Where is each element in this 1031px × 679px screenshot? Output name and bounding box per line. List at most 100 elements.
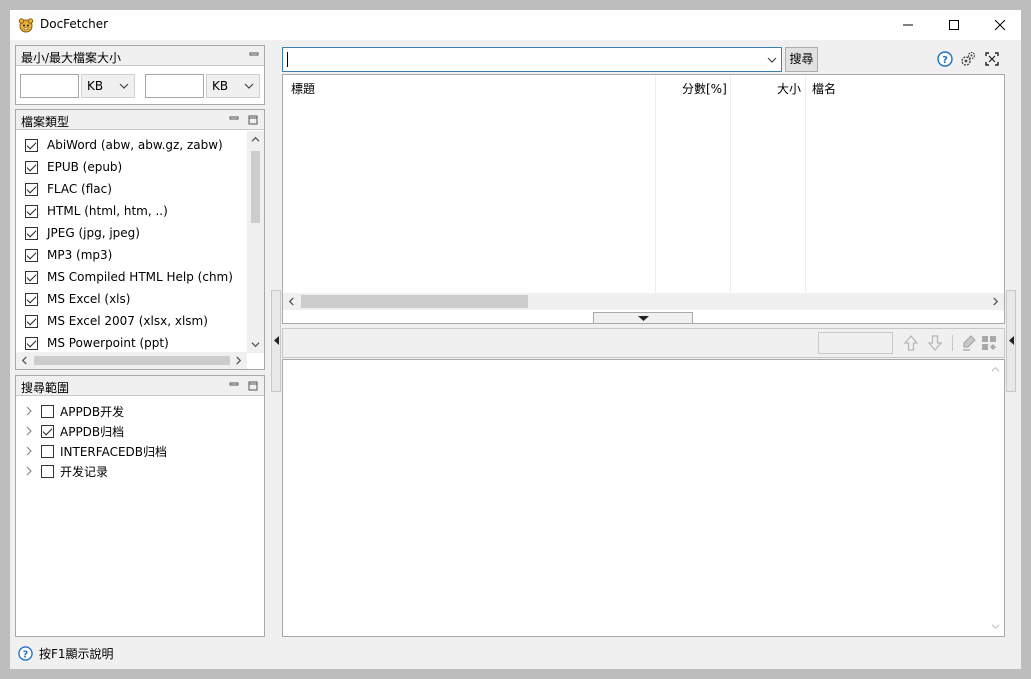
file-type-checkbox[interactable]	[25, 248, 38, 262]
minimize-panel-icon[interactable]	[249, 49, 259, 59]
maximize-button[interactable]	[931, 10, 977, 40]
column-divider[interactable]	[730, 75, 731, 292]
left-pane-toggle[interactable]	[271, 290, 281, 392]
chevron-right-icon[interactable]	[234, 356, 243, 365]
scope-tree-item[interactable]: 开发记录	[24, 461, 108, 481]
column-divider[interactable]	[805, 75, 806, 292]
minimize-button[interactable]	[885, 10, 931, 40]
chevron-up-icon[interactable]	[991, 365, 1000, 374]
column-size-header[interactable]: 大小	[777, 75, 801, 99]
preview-vertical-scrollbar[interactable]	[987, 360, 1004, 636]
help-icon[interactable]: ?	[937, 51, 953, 67]
title-bar: DocFetcher	[10, 10, 1021, 40]
file-type-item[interactable]: FLAC (flac)	[25, 178, 112, 200]
scope-tree-item[interactable]: APPDB归档	[24, 421, 124, 441]
chevron-down-icon[interactable]	[251, 340, 260, 349]
column-filename-header[interactable]: 檔名	[812, 75, 836, 99]
file-type-label: MS Excel 2007 (xlsx, xlsm)	[47, 314, 208, 328]
scope-checkbox[interactable]	[41, 464, 54, 478]
scope-tree-item[interactable]: APPDB开发	[24, 401, 124, 421]
file-type-checkbox[interactable]	[25, 160, 38, 174]
close-button[interactable]	[977, 10, 1023, 40]
preview-find-input[interactable]	[818, 332, 893, 354]
file-type-item[interactable]: EPUB (epub)	[25, 156, 122, 178]
results-horizontal-scrollbar[interactable]	[283, 293, 1004, 310]
file-type-item[interactable]: AbiWord (abw, abw.gz, zabw)	[25, 134, 223, 156]
scrollbar-thumb[interactable]	[301, 295, 528, 308]
scope-checkbox[interactable]	[41, 444, 54, 458]
chevron-left-icon[interactable]	[20, 356, 29, 365]
min-size-input[interactable]	[20, 74, 79, 98]
file-type-item[interactable]: MP3 (mp3)	[25, 244, 112, 266]
maximize-panel-icon[interactable]	[248, 381, 258, 391]
file-type-panel: 檔案類型 AbiWord (abw, abw.gz, zabw) EPUB (ep…	[15, 109, 265, 370]
scope-label: APPDB归档	[60, 424, 125, 439]
file-type-item[interactable]: MS Powerpoint (ppt)	[25, 332, 169, 354]
svg-text:?: ?	[942, 55, 948, 66]
splitter-toggle[interactable]	[593, 312, 693, 324]
max-unit-value: KB	[212, 79, 229, 93]
status-bar: ? 按F1顯示說明	[18, 644, 114, 662]
highlighter-icon[interactable]	[962, 335, 976, 351]
search-scope-header: 搜尋範圍	[16, 376, 264, 396]
file-type-item[interactable]: MS Compiled HTML Help (chm)	[25, 266, 233, 288]
preview-pane	[282, 359, 1005, 637]
file-type-label: FLAC (flac)	[47, 182, 112, 196]
scope-label: INTERFACEDB归档	[60, 444, 167, 459]
arrow-down-icon	[638, 316, 649, 321]
file-type-label: HTML (html, htm, ..)	[47, 204, 168, 218]
file-type-checkbox[interactable]	[25, 336, 38, 350]
max-unit-select[interactable]: KB	[206, 74, 260, 98]
scrollbar-thumb[interactable]	[251, 151, 260, 223]
file-type-checkbox[interactable]	[25, 182, 38, 196]
chevron-right-icon[interactable]	[24, 446, 34, 456]
file-type-checkbox[interactable]	[25, 138, 38, 152]
chevron-right-icon[interactable]	[24, 426, 34, 436]
file-type-vertical-scrollbar[interactable]	[247, 131, 264, 353]
file-type-label: AbiWord (abw, abw.gz, zabw)	[47, 138, 223, 152]
column-title-header[interactable]: 標題	[291, 75, 315, 99]
right-pane-toggle[interactable]	[1006, 290, 1016, 392]
maximize-panel-icon[interactable]	[248, 115, 258, 125]
file-type-item[interactable]: JPEG (jpg, jpeg)	[25, 222, 140, 244]
scope-checkbox[interactable]	[41, 404, 54, 418]
minimize-panel-icon[interactable]	[229, 379, 239, 389]
search-combo[interactable]	[282, 47, 782, 72]
file-type-checkbox[interactable]	[25, 314, 38, 328]
max-size-input[interactable]	[145, 74, 204, 98]
fullscreen-icon[interactable]	[984, 51, 1000, 67]
file-type-horizontal-scrollbar[interactable]	[16, 352, 247, 369]
chevron-down-icon	[119, 83, 129, 89]
file-type-item[interactable]: MS Excel (xls)	[25, 288, 130, 310]
search-scope-title: 搜尋範圍	[21, 381, 70, 395]
file-type-checkbox[interactable]	[25, 292, 38, 306]
min-unit-select[interactable]: KB	[81, 74, 135, 98]
chevron-right-icon[interactable]	[24, 406, 34, 416]
chevron-right-icon[interactable]	[991, 297, 1000, 306]
settings-icon[interactable]	[960, 51, 976, 67]
file-type-item[interactable]: MS Excel 2007 (xlsx, xlsm)	[25, 310, 208, 332]
file-type-label: MS Excel (xls)	[47, 292, 131, 306]
chevron-right-icon[interactable]	[24, 466, 34, 476]
chevron-left-icon[interactable]	[287, 297, 296, 306]
column-divider[interactable]	[655, 75, 656, 292]
scope-checkbox[interactable]	[41, 424, 54, 438]
file-type-checkbox[interactable]	[25, 204, 38, 218]
help-icon: ?	[18, 645, 33, 661]
chevron-down-icon[interactable]	[767, 55, 777, 65]
size-filter-panel: 最小/最大檔案大小 KB KB	[15, 45, 265, 105]
file-type-checkbox[interactable]	[25, 226, 38, 240]
chevron-up-icon[interactable]	[251, 135, 260, 144]
text-cursor	[287, 52, 288, 67]
scrollbar-thumb[interactable]	[34, 356, 230, 365]
chevron-down-icon[interactable]	[991, 622, 1000, 631]
arrow-up-icon[interactable]	[904, 335, 918, 351]
view-options-icon[interactable]	[981, 335, 997, 351]
scope-tree-item[interactable]: INTERFACEDB归档	[24, 441, 167, 461]
file-type-checkbox[interactable]	[25, 270, 38, 284]
search-button[interactable]: 搜尋	[785, 47, 818, 72]
file-type-item[interactable]: HTML (html, htm, ..)	[25, 200, 168, 222]
minimize-panel-icon[interactable]	[229, 113, 239, 123]
arrow-down-icon[interactable]	[928, 335, 942, 351]
column-score-header[interactable]: 分數[%]	[682, 75, 727, 99]
